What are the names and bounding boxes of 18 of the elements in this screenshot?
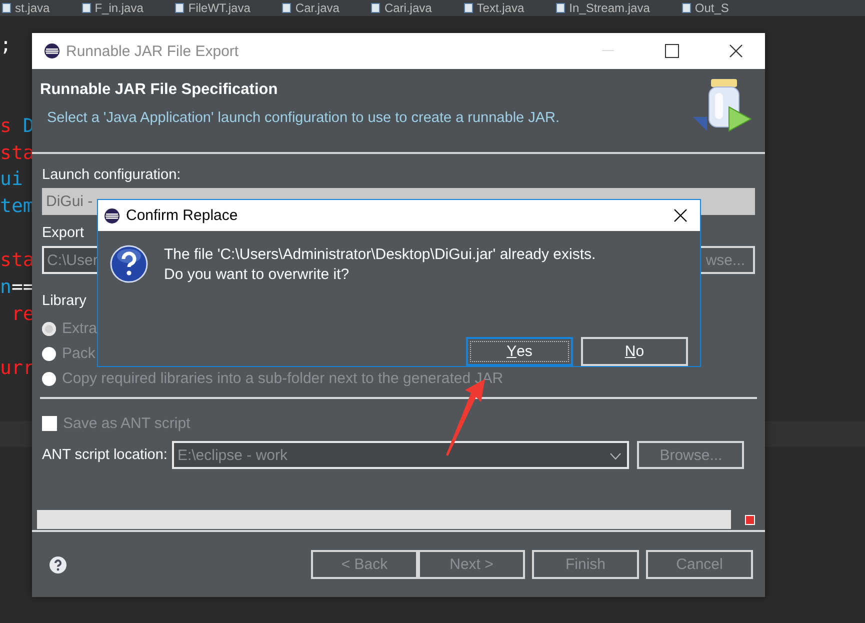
- field-label: Library: [42, 292, 86, 310]
- code-line: sta: [0, 248, 34, 274]
- dialog-title: Confirm Replace: [126, 207, 238, 224]
- code-line: ui: [0, 167, 23, 192]
- dialog-message: Do you want to overwrite it?: [164, 265, 350, 285]
- page-description: Select a 'Java Application' launch configuration to use to create a runnable JAR.: [46, 110, 561, 126]
- checkbox-label: Save as ANT script: [63, 415, 190, 432]
- field-label: Launch configuration:: [42, 166, 181, 184]
- code-line: ;: [0, 33, 12, 58]
- dialog-message: The file 'C:\Users\Administrator\Desktop\DiGui.jar' already exists.: [164, 245, 596, 265]
- radio-label: Extra: [62, 320, 98, 337]
- field-label: ANT script location:: [42, 446, 168, 464]
- code-line: sta: [0, 140, 34, 166]
- code-line: urr: [0, 356, 34, 381]
- field-label: Export: [42, 224, 84, 242]
- page-heading: Runnable JAR File Specification: [40, 81, 279, 99]
- window-title: Runnable JAR File Export: [66, 42, 239, 60]
- radio-label: Pack: [62, 345, 96, 362]
